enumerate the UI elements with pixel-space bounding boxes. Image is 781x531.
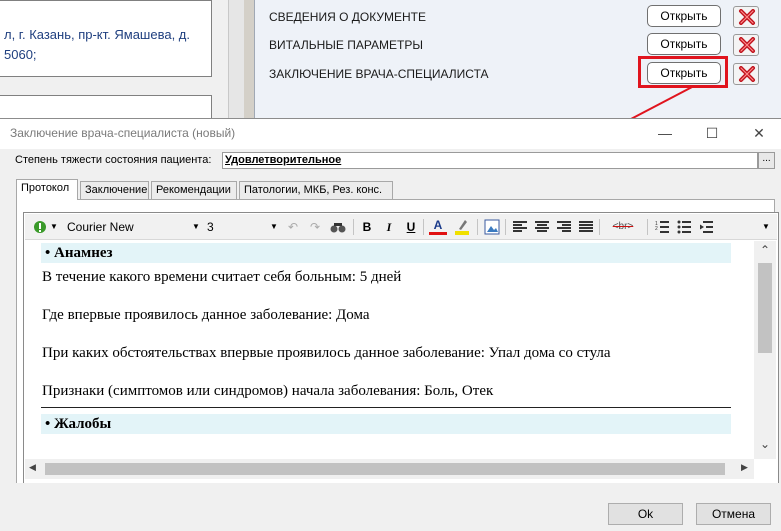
open-document-button[interactable]: Открыть bbox=[647, 33, 721, 55]
insert-image-icon[interactable] bbox=[483, 217, 501, 237]
dialog-title: Заключение врача-специалиста (новый) bbox=[10, 126, 236, 140]
scroll-thumb[interactable] bbox=[45, 463, 725, 475]
outdent-icon[interactable] bbox=[697, 217, 715, 237]
align-justify-icon[interactable] bbox=[577, 217, 595, 237]
delete-icon bbox=[739, 37, 755, 53]
horizontal-scrollbar[interactable]: ◀ ▶ bbox=[25, 459, 754, 479]
section-header-anamnesis: • Анамнез bbox=[41, 243, 731, 263]
severity-field[interactable]: Удовлетворительное bbox=[222, 152, 758, 169]
size-dropdown-icon[interactable]: ▼ bbox=[269, 217, 279, 237]
scroll-down-icon[interactable]: ⌄ bbox=[760, 437, 770, 451]
editor-toolbar: ▼ Courier New ▼ 3 ▼ ↶ ↷ B I U A <br> 1 2… bbox=[25, 214, 777, 240]
font-color-button[interactable]: A bbox=[429, 217, 447, 235]
toolbar-separator bbox=[599, 219, 600, 235]
rich-text-editor: ▼ Courier New ▼ 3 ▼ ↶ ↷ B I U A <br> 1 2… bbox=[23, 212, 779, 487]
section-header-complaints: • Жалобы bbox=[41, 414, 731, 434]
tab-conclusion[interactable]: Заключение bbox=[80, 181, 149, 199]
vertical-scrollbar[interactable]: ⌃ ⌄ bbox=[754, 241, 776, 459]
specialist-conclusion-dialog: Заключение врача-специалиста (новый) — ☐… bbox=[0, 118, 781, 531]
size-select[interactable]: 3 bbox=[207, 217, 267, 237]
close-button[interactable]: ✕ bbox=[744, 121, 774, 145]
undo-icon[interactable]: ↶ bbox=[285, 217, 301, 237]
delete-document-button[interactable] bbox=[733, 63, 759, 85]
font-dropdown-icon[interactable]: ▼ bbox=[191, 217, 201, 237]
bullet-list-icon[interactable] bbox=[675, 217, 693, 237]
toolbar-separator bbox=[477, 219, 478, 235]
delete-icon bbox=[739, 9, 755, 25]
minimize-button[interactable]: — bbox=[650, 121, 680, 145]
svg-text:2: 2 bbox=[655, 226, 658, 232]
bold-button[interactable]: B bbox=[359, 217, 375, 237]
document-row: ВИТАЛЬНЫЕ ПАРАМЕТРЫ Открыть bbox=[269, 31, 769, 56]
address-line-2: 5060; bbox=[4, 47, 37, 62]
delete-icon bbox=[739, 66, 755, 82]
toolbar-separator bbox=[353, 219, 354, 235]
dialog-body: Степень тяжести состояния пациента: Удов… bbox=[0, 149, 781, 487]
scroll-right-icon[interactable]: ▶ bbox=[741, 462, 748, 473]
align-right-icon[interactable] bbox=[555, 217, 573, 237]
delete-document-button[interactable] bbox=[733, 6, 759, 28]
paragraph: В течение какого времени считает себя бо… bbox=[42, 269, 402, 285]
paragraph: При каких обстоятельствах впервые прояви… bbox=[42, 345, 611, 361]
redo-icon[interactable]: ↷ bbox=[307, 217, 323, 237]
cancel-button[interactable]: Отмена bbox=[696, 503, 771, 525]
severity-select-button[interactable]: ... bbox=[758, 152, 775, 169]
paragraph: Где впервые проявилось данное заболевани… bbox=[42, 307, 370, 323]
scroll-up-icon[interactable]: ⌃ bbox=[760, 243, 770, 257]
paragraph: Признаки (симптомов или синдромов) начал… bbox=[42, 383, 494, 399]
document-row: СВЕДЕНИЯ О ДОКУМЕНТЕ Открыть bbox=[269, 3, 769, 28]
toolbar-separator bbox=[505, 219, 506, 235]
insert-template-icon[interactable] bbox=[33, 217, 47, 237]
protocol-panel: ▼ Courier New ▼ 3 ▼ ↶ ↷ B I U A <br> 1 2… bbox=[16, 199, 779, 487]
severity-label: Степень тяжести состояния пациента: bbox=[15, 154, 212, 166]
address-box: л, г. Казань, пр-кт. Ямашева, д. 5060; bbox=[0, 0, 212, 77]
scroll-thumb[interactable] bbox=[758, 263, 772, 353]
find-icon[interactable] bbox=[329, 217, 347, 237]
tab-protocol[interactable]: Протокол bbox=[16, 179, 78, 200]
toolbar-separator bbox=[647, 219, 648, 235]
tab-pathologies[interactable]: Патологии, МКБ, Рез. конс. bbox=[239, 181, 393, 199]
delete-document-button[interactable] bbox=[733, 34, 759, 56]
numbered-list-icon[interactable]: 12 bbox=[653, 217, 671, 237]
section-title: Анамнез bbox=[54, 245, 113, 261]
highlight-color-icon[interactable] bbox=[453, 217, 471, 237]
italic-button[interactable]: I bbox=[381, 217, 397, 237]
section-title: Жалобы bbox=[54, 416, 112, 432]
tab-recommendations[interactable]: Рекомендации bbox=[151, 181, 237, 199]
maximize-button[interactable]: ☐ bbox=[697, 121, 727, 145]
document-label: ВИТАЛЬНЫЕ ПАРАМЕТРЫ bbox=[269, 38, 423, 52]
align-center-icon[interactable] bbox=[533, 217, 551, 237]
align-left-icon[interactable] bbox=[511, 217, 529, 237]
toolbar-overflow-icon[interactable]: ▼ bbox=[760, 217, 772, 237]
document-label: ЗАКЛЮЧЕНИЕ ВРАЧА-СПЕЦИАЛИСТА bbox=[269, 67, 489, 81]
toolbar-separator bbox=[423, 219, 424, 235]
template-dropdown-icon[interactable]: ▼ bbox=[49, 217, 59, 237]
scroll-left-icon[interactable]: ◀ bbox=[29, 462, 36, 473]
underline-button[interactable]: U bbox=[403, 217, 419, 237]
line-break-button[interactable]: <br> bbox=[605, 217, 641, 237]
dialog-footer: Ok Отмена bbox=[0, 483, 781, 531]
section-divider bbox=[41, 407, 731, 408]
editor-content[interactable]: • Анамнез В течение какого времени счита… bbox=[25, 241, 753, 459]
font-select[interactable]: Courier New bbox=[67, 217, 187, 237]
ok-button[interactable]: Ok bbox=[608, 503, 683, 525]
document-label: СВЕДЕНИЯ О ДОКУМЕНТЕ bbox=[269, 10, 426, 24]
open-document-button[interactable]: Открыть bbox=[647, 5, 721, 27]
